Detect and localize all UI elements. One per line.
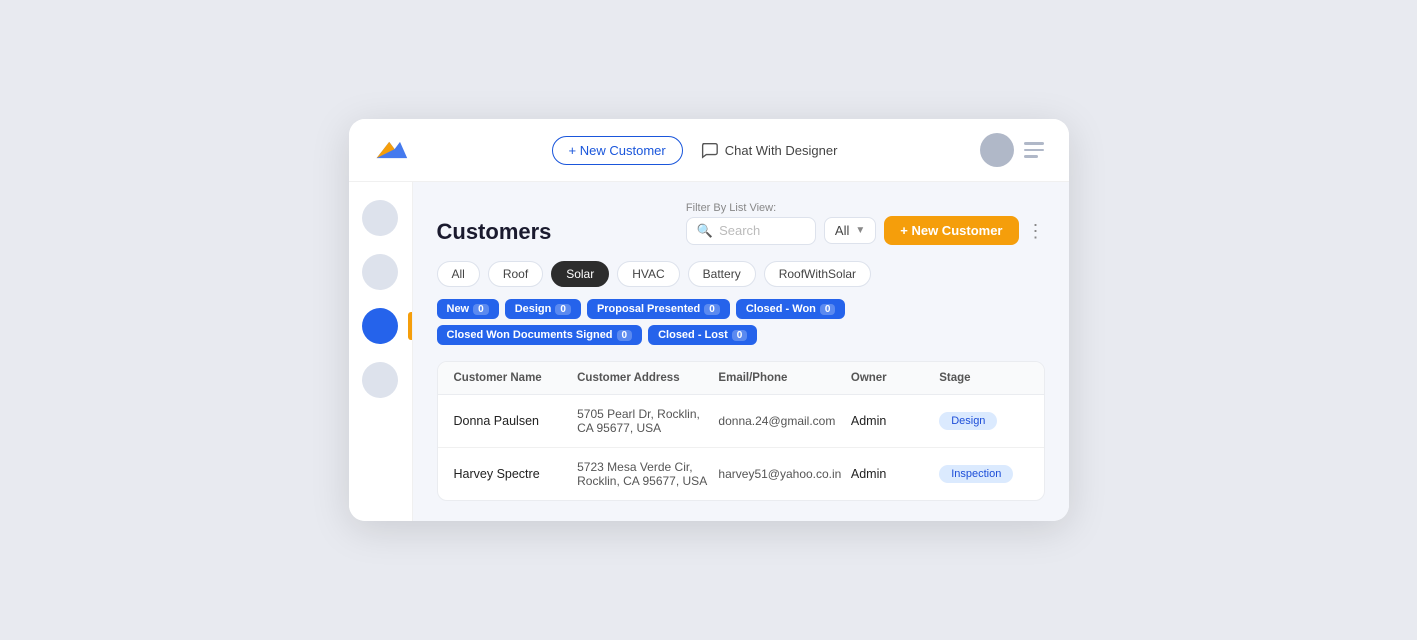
stage-pill-new[interactable]: New 0	[437, 299, 499, 319]
stage-design-count: 0	[555, 304, 571, 315]
tab-solar[interactable]: Solar	[551, 261, 609, 287]
sidebar-item-2[interactable]	[362, 254, 398, 290]
page-title: Customers	[437, 219, 552, 245]
customers-table: Customer Name Customer Address Email/Pho…	[437, 361, 1045, 501]
stage-closed-lost-count: 0	[732, 330, 748, 341]
chevron-down-icon: ▼	[855, 225, 865, 236]
tab-hvac[interactable]: HVAC	[617, 261, 679, 287]
customer-stage-1: Design	[939, 412, 1027, 430]
content-area: Customers Filter By List View: 🔍 Search …	[413, 182, 1069, 521]
customer-stage-2: Inspection	[939, 465, 1027, 483]
avatar	[980, 133, 1014, 167]
stage-proposal-count: 0	[704, 304, 720, 315]
tab-battery[interactable]: Battery	[688, 261, 756, 287]
customer-name-1: Donna Paulsen	[454, 414, 578, 428]
customer-address-1: 5705 Pearl Dr, Rocklin, CA 95677, USA	[577, 407, 718, 435]
search-icon: 🔍	[697, 223, 713, 239]
customer-email-1: donna.24@gmail.com	[718, 414, 850, 428]
logo	[373, 136, 409, 164]
chat-icon	[699, 140, 719, 160]
hamburger-menu-icon[interactable]	[1024, 142, 1044, 158]
header-controls: Filter By List View: 🔍 Search All ▼ + Ne…	[686, 202, 1045, 245]
stage-badge-2: Inspection	[939, 465, 1013, 483]
sidebar-item-1[interactable]	[362, 200, 398, 236]
list-view-select[interactable]: All ▼	[824, 217, 876, 244]
customer-email-2: harvey51@yahoo.co.in	[718, 467, 850, 481]
stage-pills: New 0 Design 0 Proposal Presented 0 Clos…	[437, 299, 1045, 345]
tab-roof[interactable]: Roof	[488, 261, 543, 287]
col-header-email: Email/Phone	[718, 372, 850, 384]
filter-row: 🔍 Search All ▼ + New Customer ⋮	[686, 216, 1045, 245]
top-bar-right	[980, 133, 1044, 167]
stage-closed-won-docs-count: 0	[617, 330, 633, 341]
search-box[interactable]: 🔍 Search	[686, 217, 816, 245]
app-window: + New Customer Chat With Designer	[349, 119, 1069, 521]
stage-pill-closed-lost[interactable]: Closed - Lost 0	[648, 325, 757, 345]
top-bar: + New Customer Chat With Designer	[349, 119, 1069, 182]
stage-pill-closed-won[interactable]: Closed - Won 0	[736, 299, 846, 319]
sidebar	[349, 182, 413, 521]
stage-pill-closed-won-docs[interactable]: Closed Won Documents Signed 0	[437, 325, 643, 345]
search-placeholder: Search	[719, 223, 760, 238]
chat-designer-button[interactable]: Chat With Designer	[699, 140, 838, 160]
customer-owner-2: Admin	[851, 467, 939, 481]
main-layout: Customers Filter By List View: 🔍 Search …	[349, 182, 1069, 521]
stage-pill-design[interactable]: Design 0	[505, 299, 581, 319]
customer-name-2: Harvey Spectre	[454, 467, 578, 481]
sidebar-item-4[interactable]	[362, 362, 398, 398]
list-view-value: All	[835, 223, 849, 238]
col-header-address: Customer Address	[577, 372, 718, 384]
more-options-button[interactable]: ⋮	[1027, 222, 1045, 240]
table-header: Customer Name Customer Address Email/Pho…	[438, 362, 1044, 395]
sidebar-item-active[interactable]	[362, 308, 398, 344]
col-header-owner: Owner	[851, 372, 939, 384]
chat-designer-label: Chat With Designer	[725, 143, 838, 158]
table-row[interactable]: Harvey Spectre 5723 Mesa Verde Cir, Rock…	[438, 448, 1044, 500]
customer-address-2: 5723 Mesa Verde Cir, Rocklin, CA 95677, …	[577, 460, 718, 488]
col-header-stage: Stage	[939, 372, 1027, 384]
content-header: Customers Filter By List View: 🔍 Search …	[437, 202, 1045, 245]
tab-all[interactable]: All	[437, 261, 480, 287]
customer-owner-1: Admin	[851, 414, 939, 428]
col-header-name: Customer Name	[454, 372, 578, 384]
stage-new-count: 0	[473, 304, 489, 315]
stage-badge-1: Design	[939, 412, 997, 430]
new-customer-outline-button[interactable]: + New Customer	[552, 136, 683, 165]
tab-roofwithsolar[interactable]: RoofWithSolar	[764, 261, 871, 287]
table-row[interactable]: Donna Paulsen 5705 Pearl Dr, Rocklin, CA…	[438, 395, 1044, 448]
type-tabs: All Roof Solar HVAC Battery RoofWithSola…	[437, 261, 1045, 287]
filter-by-label: Filter By List View:	[686, 202, 1045, 214]
stage-closed-won-count: 0	[820, 304, 836, 315]
top-bar-center: + New Customer Chat With Designer	[552, 136, 838, 165]
stage-pill-proposal[interactable]: Proposal Presented 0	[587, 299, 730, 319]
new-customer-button[interactable]: + New Customer	[884, 216, 1018, 245]
